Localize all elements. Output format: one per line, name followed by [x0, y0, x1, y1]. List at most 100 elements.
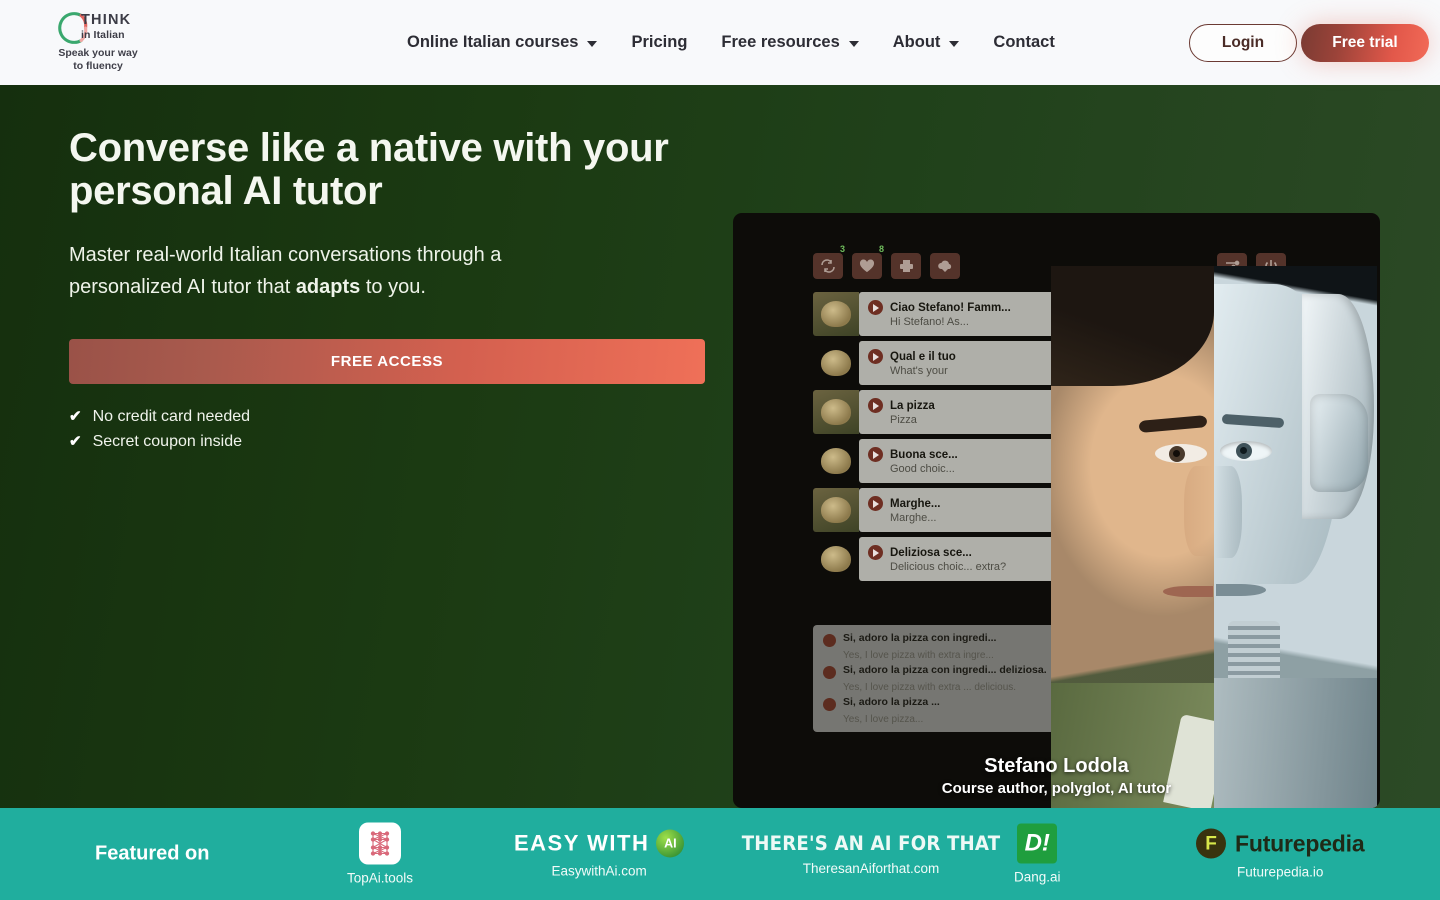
nav-item-contact[interactable]: Contact [976, 33, 1071, 52]
featured-item-caption: Dang.ai [1014, 869, 1061, 885]
play-icon[interactable] [868, 300, 883, 315]
logo-in-italian-text: in Italian [81, 28, 125, 41]
benefit-label: No credit card needed [92, 407, 251, 425]
futurepedia-mark-icon: F [1196, 828, 1226, 859]
nav-label: Pricing [631, 33, 688, 51]
main-navigation: Online Italian courses Pricing Free reso… [390, 0, 1072, 85]
play-icon[interactable] [823, 666, 836, 679]
message-italian: La pizza [890, 399, 935, 412]
featured-item-caption: EasywithAi.com [551, 863, 647, 879]
message-italian: Buona sce... [890, 448, 958, 461]
logo-tagline: Speak your way to fluency [58, 47, 137, 73]
mockup-toolbar: 3 8 [813, 244, 960, 279]
nav-label: Contact [993, 33, 1055, 51]
tutor-portrait [1051, 266, 1377, 808]
benefit-item: ✔ No credit card needed [69, 408, 729, 426]
download-cloud-icon[interactable] [930, 253, 960, 279]
site-header: THINK in Italian Speak your way to fluen… [0, 0, 1440, 85]
futurepedia-wordmark: Futurepedia [1235, 830, 1365, 856]
message-italian: Deliziosa sce... [890, 546, 972, 559]
check-icon: ✔ [69, 408, 82, 426]
cat-avatar [813, 292, 859, 336]
nav-item-pricing[interactable]: Pricing [614, 33, 704, 52]
hero-heading: Converse like a native with your persona… [69, 126, 669, 213]
printer-icon[interactable] [891, 253, 921, 279]
robot-half-face [1214, 266, 1377, 808]
human-half-face [1051, 266, 1214, 808]
free-access-button[interactable]: FREE ACCESS [69, 338, 705, 384]
featured-item-futurepedia[interactable]: F Futurepedia Futurepedia.io [1196, 828, 1365, 880]
nav-item-online-italian-courses[interactable]: Online Italian courses [390, 33, 614, 52]
hero-benefits-list: ✔ No credit card needed ✔ Secret coupon … [69, 408, 729, 451]
logo-tagline-line1: Speak your way [58, 47, 138, 59]
transcript-italian: Si, adoro la pizza con ingredi... delizi… [843, 664, 1047, 676]
hero-sub-emphasis: adapts [295, 275, 361, 298]
theresanaiforthat-logo: THERE'S AN AI FOR THAT [741, 832, 1001, 855]
robot-nose [1214, 466, 1242, 558]
featured-on-bar: Featured on TopAi.tools EASY WITH AI Eas… [0, 808, 1440, 900]
play-icon[interactable] [868, 398, 883, 413]
chevron-down-icon [848, 41, 859, 47]
featured-item-topai[interactable]: TopAi.tools [347, 822, 413, 886]
logo-mark: THINK in Italian [55, 8, 141, 48]
nav-label: About [892, 33, 941, 51]
featured-item-caption: Futurepedia.io [1237, 864, 1324, 880]
avatar-placeholder [813, 537, 859, 581]
hero-video-preview[interactable]: 3 8 Ciao Stefano! Famm... Hi Stefano! As… [733, 213, 1380, 808]
hero-subheading: Master real-world Italian conversations … [69, 239, 614, 303]
avatar-placeholder [813, 341, 859, 385]
logo-wordmark: THINK in Italian [81, 13, 131, 40]
robot-iris [1236, 443, 1252, 459]
play-icon[interactable] [868, 545, 883, 560]
benefit-label: Secret coupon inside [92, 432, 243, 450]
mouth [1163, 586, 1213, 597]
eyebrow [1138, 415, 1208, 433]
login-button[interactable]: Login [1189, 24, 1297, 62]
avatar-placeholder [813, 439, 859, 483]
chevron-down-icon [949, 41, 960, 47]
futurepedia-logo: F Futurepedia [1196, 828, 1365, 859]
heart-icon[interactable]: 8 [852, 244, 884, 279]
dangai-logo: D! [1017, 823, 1058, 864]
topai-network-icon [359, 822, 402, 865]
featured-item-dangai[interactable]: D! Dang.ai [1014, 823, 1061, 885]
message-italian: Qual e il tuo [890, 350, 956, 363]
play-icon[interactable] [868, 496, 883, 511]
hero-copy: Converse like a native with your persona… [69, 127, 729, 451]
site-logo[interactable]: THINK in Italian Speak your way to fluen… [52, 8, 144, 73]
message-italian: Marghe... [890, 497, 941, 510]
hero-sub-part1: Master real-world Italian conversations … [69, 243, 502, 298]
repeat-badge: 3 [839, 244, 845, 254]
free-trial-button[interactable]: Free trial [1301, 24, 1429, 62]
hero-section: Converse like a native with your persona… [0, 85, 1440, 808]
repeat-icon[interactable]: 3 [813, 244, 845, 279]
transcript-italian: Si, adoro la pizza ... [843, 696, 940, 708]
check-icon: ✔ [69, 433, 82, 451]
nose [1184, 466, 1214, 556]
video-caption: Stefano Lodola Course author, polyglot, … [733, 754, 1380, 799]
play-icon[interactable] [823, 634, 836, 647]
iris [1169, 446, 1185, 462]
easywithai-wordmark: EASY WITH [514, 830, 650, 856]
nav-label: Online Italian courses [407, 33, 579, 51]
robot-earcup [1310, 394, 1368, 492]
transcript-italian: Si, adoro la pizza con ingredi... [843, 632, 997, 644]
play-icon[interactable] [868, 447, 883, 462]
play-icon[interactable] [868, 349, 883, 364]
message-italian: Ciao Stefano! Famm... [890, 301, 1011, 314]
cat-avatar [813, 390, 859, 434]
benefit-item: ✔ Secret coupon inside [69, 433, 729, 451]
caption-name: Stefano Lodola [984, 754, 1129, 777]
chevron-down-icon [587, 41, 598, 47]
nav-item-free-resources[interactable]: Free resources [704, 33, 875, 52]
featured-item-theresanaiforthat[interactable]: THERE'S AN AI FOR THAT TheresanAiforthat… [732, 832, 1010, 876]
logo-tagline-line2: to fluency [73, 60, 123, 73]
nav-item-about[interactable]: About [876, 33, 977, 52]
ai-badge-icon: AI [656, 829, 685, 858]
cat-avatar [813, 488, 859, 532]
play-icon[interactable] [823, 698, 836, 711]
heart-badge: 8 [878, 244, 884, 254]
featured-on-label: Featured on [95, 842, 210, 865]
hair [1051, 266, 1214, 386]
featured-item-easywithai[interactable]: EASY WITH AI EasywithAi.com [514, 829, 685, 879]
